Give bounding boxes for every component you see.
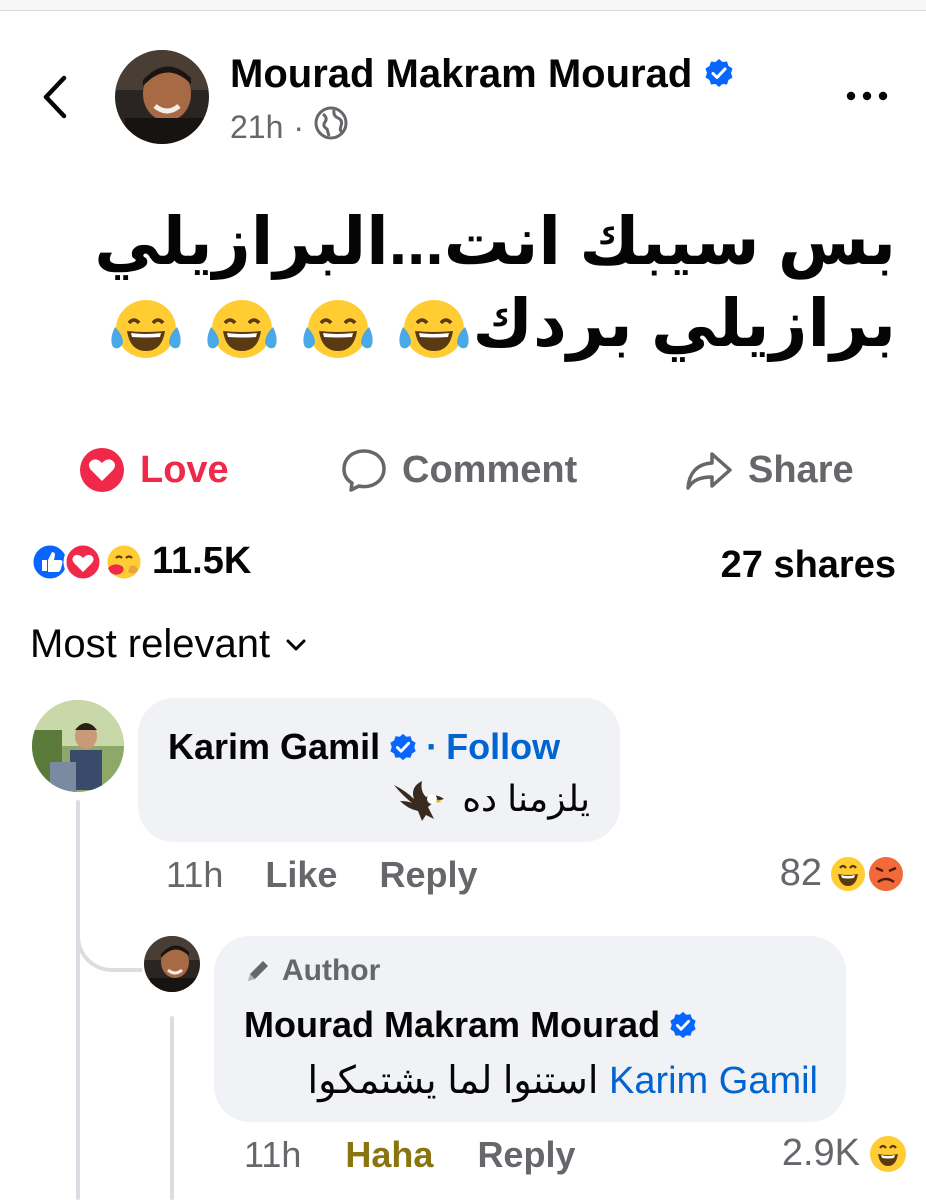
meta-separator: ·	[293, 108, 305, 145]
reply-author-avatar[interactable]	[144, 936, 200, 992]
heart-reaction-icon	[80, 448, 124, 492]
reply-button[interactable]: Reply	[379, 854, 477, 896]
verified-badge-icon	[703, 54, 735, 99]
more-options-icon[interactable]	[842, 88, 892, 104]
post-author-name[interactable]: Mourad Makram Mourad	[230, 52, 735, 99]
love-label: Love	[140, 448, 229, 491]
author-name-text[interactable]: Mourad Makram Mourad	[230, 52, 692, 96]
comment-author[interactable]: Karim Gamil	[168, 726, 380, 768]
post-text-line-2: برازيلي بردك	[66, 282, 896, 364]
reply-author[interactable]: Mourad Makram Mourad	[244, 1004, 660, 1046]
like-button[interactable]: Like	[265, 854, 337, 896]
tears-of-joy-emoji-icon	[206, 299, 277, 358]
author-avatar[interactable]	[115, 50, 209, 144]
sort-label: Most relevant	[30, 622, 271, 666]
comment-author-row: Karim Gamil · Follow	[168, 726, 560, 768]
reply-text-row: Karim Gamil استنوا لما يشتمكوا	[244, 1058, 818, 1103]
reply-reactions[interactable]: 2.9K	[782, 1132, 908, 1175]
comment-time[interactable]: 11h	[166, 854, 223, 896]
reactions-summary[interactable]: 11.5K	[30, 540, 251, 583]
haha-emoji-icon	[870, 1135, 906, 1172]
haha-button[interactable]: Haha	[345, 1134, 433, 1176]
follow-button[interactable]: Follow	[446, 726, 560, 768]
mention-link[interactable]: Karim Gamil	[609, 1060, 818, 1102]
tears-of-joy-emoji-icon	[110, 299, 181, 358]
tears-of-joy-emoji-icon	[302, 299, 373, 358]
commenter-avatar[interactable]	[32, 700, 124, 792]
thread-line-reply	[170, 1016, 174, 1200]
author-badge-label: Author	[282, 954, 381, 987]
post-body: بس سيبك انت...البرازيلي برازيلي بردك	[66, 200, 896, 364]
thread-connector	[76, 900, 142, 972]
reaction-icons-stack	[829, 854, 905, 893]
tears-of-joy-emoji-icon	[398, 299, 469, 358]
eagle-emoji-icon	[394, 781, 445, 822]
reply-meta: 11h Haha Reply	[244, 1134, 575, 1176]
share-button[interactable]: Share	[684, 440, 854, 500]
reply-text: استنوا لما يشتمكوا	[307, 1060, 599, 1102]
back-chevron-icon[interactable]	[36, 72, 76, 122]
comment-meta: 11h Like Reply	[166, 854, 478, 896]
post-text-line-1: بس سيبك انت...البرازيلي	[94, 204, 896, 278]
comment-label: Comment	[402, 448, 578, 491]
comment-text-row: يلزمنا ده	[168, 778, 590, 823]
post-meta: 21h ·	[230, 106, 348, 148]
globe-icon	[314, 106, 348, 148]
pencil-icon	[248, 961, 268, 981]
share-label: Share	[748, 448, 854, 491]
follow-separator: ·	[426, 726, 439, 767]
comment-bubble-icon	[342, 449, 386, 492]
reply-reaction-count: 2.9K	[781, 1132, 860, 1174]
reaction-icons-stack	[30, 542, 144, 581]
comment-sort-dropdown[interactable]: Most relevant	[30, 622, 308, 667]
shares-count[interactable]: 27 shares	[721, 544, 896, 587]
post-time[interactable]: 21h	[230, 109, 283, 146]
chevron-down-icon	[286, 639, 306, 650]
verified-badge-icon	[670, 1011, 696, 1039]
comment-text: يلزمنا ده	[462, 778, 590, 819]
thread-line	[76, 800, 80, 1200]
share-arrow-icon	[686, 452, 732, 490]
verified-badge-icon	[390, 733, 416, 761]
tears-of-joy-emoji-group	[107, 297, 473, 361]
reaction-count[interactable]: 11.5K	[152, 540, 251, 583]
comment-button[interactable]: Comment	[340, 440, 577, 500]
reply-author-row: Mourad Makram Mourad	[244, 1004, 698, 1046]
post-text-line-2-text: برازيلي بردك	[472, 286, 897, 360]
comment-reaction-count: 82	[779, 852, 822, 894]
reply-time[interactable]: 11h	[244, 1134, 301, 1176]
comment-reactions[interactable]: 82	[780, 852, 908, 895]
author-badge: Author	[244, 954, 380, 988]
status-bar-edge	[0, 0, 926, 11]
love-button[interactable]: Love	[78, 440, 229, 500]
reply-button[interactable]: Reply	[477, 1134, 575, 1176]
